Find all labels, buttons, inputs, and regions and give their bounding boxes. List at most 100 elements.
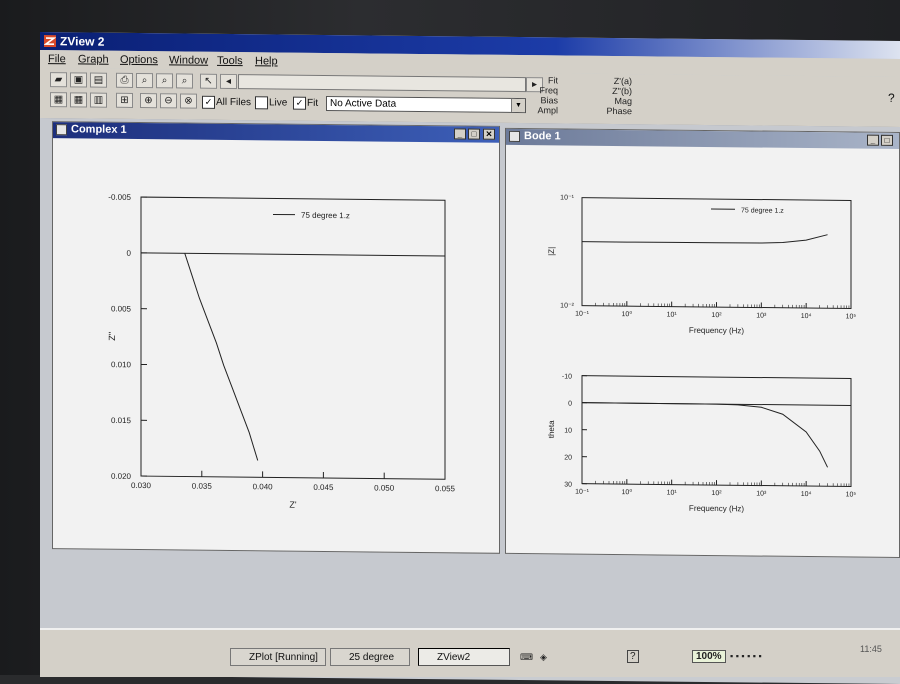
open-folder-icon[interactable]: ▰ <box>50 72 67 87</box>
mag-y-axis-label: |Z| <box>547 247 556 256</box>
maximize-icon[interactable]: □ <box>468 128 480 139</box>
zoom-out-icon[interactable]: ⊖ <box>160 93 177 108</box>
phase-x-tick-label: 10² <box>711 490 722 497</box>
y-tick-label: 0.015 <box>111 416 132 425</box>
info-fit: Fit <box>520 75 558 85</box>
task-25-degree-label: 25 degree <box>349 652 394 663</box>
y-tick-label: 0 <box>127 249 132 258</box>
phase-x-tick-label: 10⁰ <box>622 488 633 496</box>
data-table-icon[interactable]: ▦ <box>70 92 87 107</box>
spreadsheet-icon[interactable]: ▥ <box>90 93 107 108</box>
y-tick-label: 0.005 <box>111 304 132 313</box>
menu-file[interactable]: File <box>48 53 66 65</box>
menu-graph[interactable]: Graph <box>78 53 109 65</box>
save-icon[interactable]: ▣ <box>70 72 87 87</box>
mag-x-tick-label: 10¹ <box>667 312 678 319</box>
tray-icons[interactable]: ▪ ▪ ▪ ▪ ▪ ▪ <box>730 651 762 661</box>
active-data-select[interactable]: No Active Data ▼ <box>326 96 526 113</box>
mag-x-tick-label: 10⁻¹ <box>575 311 589 318</box>
task-zview2[interactable]: ZView2 <box>418 648 510 666</box>
zoom-fit-icon[interactable]: ⌕ <box>176 73 193 88</box>
menu-window[interactable]: Window <box>169 54 208 66</box>
phase-x-tick-label: 10¹ <box>667 490 678 497</box>
help-tray-icon[interactable]: ? <box>627 650 639 663</box>
menu-options[interactable]: Options <box>120 54 158 66</box>
zoom-level[interactable]: 100% <box>692 650 726 663</box>
task-zview2-label: ZView2 <box>437 652 470 663</box>
info-phase: Phase <box>590 106 632 116</box>
complex-window[interactable]: Complex 1 _ □ ✕ -0.005 0 0.005 0.010 0.015 0.… <box>52 121 500 554</box>
menu-tools[interactable]: Tools <box>217 55 243 67</box>
mag-x-axis-label: Frequency (Hz) <box>689 326 744 336</box>
x-tick-label: 0.055 <box>435 484 456 493</box>
y-tick-label: -0.005 <box>108 193 131 202</box>
phase-y-axis-label: theta <box>547 420 556 438</box>
menu-help[interactable]: Help <box>255 55 278 67</box>
mdi-area: Complex 1 _ □ ✕ -0.005 0 0.005 0.010 0.015 0.… <box>40 118 900 647</box>
phase-x-tick-label: 10⁴ <box>801 491 812 498</box>
screen: ZView 2 File Graph Options Window Tools … <box>40 32 900 684</box>
taskbar: ZPlot [Running] 25 degree ZView2 ⌨ ◈ ? 1… <box>40 628 900 677</box>
minimize-icon[interactable]: _ <box>867 135 879 146</box>
phase-y-tick-label: 0 <box>568 401 572 408</box>
all-files-checkbox[interactable]: ✓ <box>202 96 215 109</box>
y-tick-label: 0.010 <box>111 360 132 369</box>
graph-icon[interactable]: ⊞ <box>116 93 133 108</box>
fit-checkbox[interactable]: ✓ <box>293 97 306 110</box>
mag-y-tick-label: 10⁻¹ <box>560 194 574 201</box>
app-title: ZView 2 <box>60 34 104 48</box>
minimize-icon[interactable]: _ <box>454 128 466 139</box>
bode-window[interactable]: Bode 1 _ □ 10⁻¹10⁻²|Z|10⁻¹10⁰10¹10²10³10… <box>505 128 900 558</box>
info-bias: Bias <box>520 95 558 105</box>
mag-y-tick-label: 10⁻² <box>560 302 574 309</box>
mag-x-tick-label: 10⁵ <box>846 313 857 320</box>
close-icon[interactable]: ✕ <box>483 129 495 140</box>
print-icon[interactable]: ⎙ <box>116 73 133 88</box>
keyboard-icon[interactable]: ⌨ <box>520 652 533 663</box>
zoom-reset-icon[interactable]: ⊗ <box>180 93 197 108</box>
task-25-degree[interactable]: 25 degree <box>330 648 410 666</box>
phase-series-line <box>582 403 828 468</box>
zoom-icon[interactable]: ⌕ <box>136 73 153 88</box>
info-zimag: Z''(b) <box>590 86 632 96</box>
zoom-box-icon[interactable]: ⌕ <box>156 73 173 88</box>
info-mag: Mag <box>590 96 632 106</box>
maximize-icon[interactable]: □ <box>881 135 893 146</box>
zoom-in-icon[interactable]: ⊕ <box>140 93 157 108</box>
mag-x-tick-label: 10³ <box>756 313 767 320</box>
x-tick-label: 0.035 <box>192 482 213 491</box>
phase-x-tick-label: 10⁻¹ <box>575 489 589 496</box>
complex-window-title: Complex 1 <box>71 123 127 136</box>
info-zreal: Z'(a) <box>590 76 632 86</box>
graph-window-icon <box>56 124 67 135</box>
scroll-left-icon[interactable]: ◂ <box>220 74 237 89</box>
y-tick-label: 0.020 <box>111 472 132 481</box>
task-zplot[interactable]: ZPlot [Running] <box>230 648 326 666</box>
live-label: Live <box>269 97 287 108</box>
x-tick-label: 0.040 <box>253 482 274 491</box>
phase-y-tick-label: -10 <box>562 373 572 380</box>
save-all-icon[interactable]: ▤ <box>90 73 107 88</box>
network-icon[interactable]: ◈ <box>540 652 547 663</box>
info-labels-right: Z'(a) Z''(b) Mag Phase <box>590 76 632 116</box>
live-checkbox[interactable] <box>255 96 268 109</box>
mag-legend-label: 75 degree 1.z <box>741 207 784 214</box>
mag-x-tick-label: 10⁴ <box>801 313 812 320</box>
plot-frame <box>141 197 445 479</box>
x-tick-label: 0.050 <box>374 483 395 492</box>
cursor-tool-icon[interactable]: ↖ <box>200 74 217 89</box>
print-preview-icon[interactable]: ▦ <box>50 92 67 107</box>
data-scrollbar[interactable] <box>238 74 526 92</box>
info-ampl: Ampl <box>520 105 558 115</box>
bode-plot[interactable]: 10⁻¹10⁻²|Z|10⁻¹10⁰10¹10²10³10⁴10⁵Frequen… <box>506 145 899 557</box>
bode-window-title: Bode 1 <box>524 130 561 142</box>
clock: 11:45 <box>860 644 882 654</box>
info-freq: Freq <box>520 85 558 95</box>
active-data-value: No Active Data <box>330 98 396 110</box>
complex-plot[interactable]: -0.005 0 0.005 0.010 0.015 0.0200.030 0.035 0.0… <box>53 138 499 553</box>
x-tick-label: 0.030 <box>131 481 152 490</box>
graph-window-icon <box>509 131 520 142</box>
mag-x-tick-label: 10⁰ <box>622 310 633 318</box>
help-icon[interactable]: ? <box>888 91 895 105</box>
legend-label: 75 degree 1.z <box>301 211 350 221</box>
